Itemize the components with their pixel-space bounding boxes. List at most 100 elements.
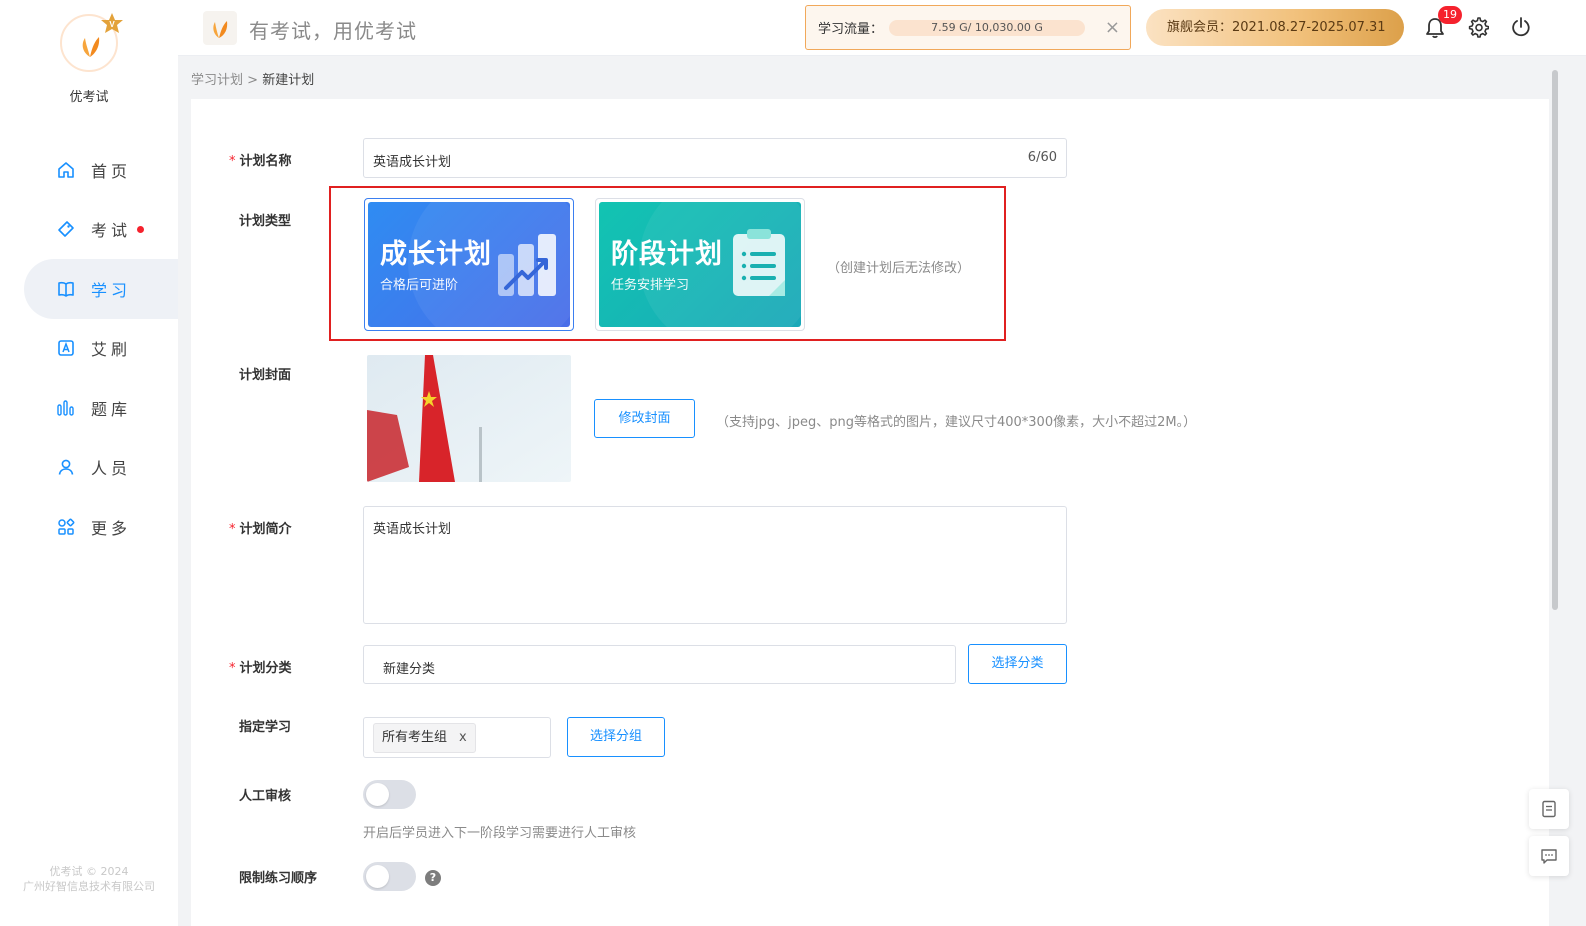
header-logo[interactable] <box>203 11 237 45</box>
user-icon <box>56 457 76 477</box>
traffic-progress-bar: 7.59 G/ 10,030.00 G <box>889 19 1086 36</box>
sidebar-item-label: 人员 <box>91 459 132 479</box>
flag-cover-picture <box>367 355 571 482</box>
bars-icon <box>56 398 76 418</box>
growth-plan-title: 成长计划 <box>380 239 492 270</box>
notification-count-badge: 19 <box>1438 6 1462 24</box>
top-header: 有考试，用优考试 学习流量： 7.59 G/ 10,030.00 G × 旗舰会… <box>178 0 1586 56</box>
chat-tool-button[interactable] <box>1529 836 1569 876</box>
group-tag-label: 所有考生组 <box>382 730 448 745</box>
manual-review-label: 人工审核 <box>239 789 292 804</box>
char-counter: 6/60 <box>1027 150 1057 165</box>
clipboard-icon <box>733 229 785 296</box>
sidebar-item-label: 艾刷 <box>91 340 132 360</box>
help-icon[interactable]: ? <box>425 870 441 886</box>
plan-intro-value: 英语成长计划 <box>373 522 452 537</box>
practice-order-label: 限制练习顺序 <box>239 871 318 886</box>
app-name: 优考试 <box>69 90 109 105</box>
sidebar-item-label: 学习 <box>91 280 132 300</box>
required-mark: * <box>229 522 236 537</box>
header-slogan: 有考试，用优考试 <box>249 19 417 43</box>
plan-name-label-text: 计划名称 <box>239 154 292 169</box>
select-group-button[interactable]: 选择分组 <box>567 717 665 757</box>
required-mark: * <box>229 661 236 676</box>
traffic-label: 学习流量： <box>818 22 884 37</box>
traffic-banner: 学习流量： 7.59 G/ 10,030.00 G × <box>805 5 1131 50</box>
plan-category-label-text: 计划分类 <box>239 661 292 676</box>
group-tag: 所有考生组 x <box>373 723 476 753</box>
chat-icon <box>1541 849 1557 864</box>
plan-type-hint: （创建计划后无法修改） <box>827 261 971 276</box>
plan-type-label: 计划类型 <box>239 214 292 229</box>
document-icon <box>1542 800 1556 818</box>
growth-plan-card-body: 成长计划 合格后可进阶 <box>368 202 570 327</box>
category-value: 新建分类 <box>383 662 436 677</box>
logo-leaf-icon <box>82 37 100 57</box>
sidebar-item-label: 题库 <box>91 399 132 419</box>
plan-intro-label-text: 计划简介 <box>239 522 292 537</box>
practice-order-toggle[interactable] <box>363 862 416 891</box>
copyright-company: 广州好智信息技术有限公司 <box>23 880 155 893</box>
home-icon <box>56 160 76 180</box>
sidebar-item-label: 考试 <box>91 221 132 241</box>
gear-icon[interactable] <box>1467 16 1489 38</box>
power-icon[interactable] <box>1510 16 1532 38</box>
sidebar-item-label: 首页 <box>91 161 132 181</box>
sidebar-item-exam[interactable]: 考试 <box>0 200 178 260</box>
toggle-knob <box>366 865 389 888</box>
app-logo[interactable]: V <box>60 13 123 74</box>
breadcrumb: 学习计划 > 新建计划 <box>191 69 314 88</box>
svg-text:V: V <box>109 20 115 29</box>
growth-plan-card[interactable]: 成长计划 合格后可进阶 <box>364 198 574 331</box>
remove-tag-icon[interactable]: x <box>459 730 467 745</box>
document-tool-button[interactable] <box>1529 789 1569 829</box>
sidebar-item-more[interactable]: 更多 <box>0 497 178 557</box>
growth-chart-icon <box>498 234 556 296</box>
toggle-knob <box>366 783 389 806</box>
cover-hint: （支持jpg、jpeg、png等格式的图片，建议尺寸400*300像素，大小不超… <box>716 415 1197 430</box>
sidebar-nav: 首页 考试 学习 艾刷 题库 人员 更多 <box>0 140 178 557</box>
sidebar-item-people[interactable]: 人员 <box>0 438 178 498</box>
cover-image <box>367 355 571 482</box>
notification-dot <box>137 225 145 233</box>
sidebar-item-home[interactable]: 首页 <box>0 140 178 200</box>
copyright-line: 优考试 © 2024 <box>49 865 129 878</box>
stage-plan-card-body: 阶段计划 任务安排学习 <box>599 202 801 327</box>
plan-intro-label: * 计划简介 <box>229 518 292 537</box>
plan-name-input[interactable]: 英语成长计划 6/60 <box>363 138 1067 178</box>
select-category-button[interactable]: 选择分类 <box>968 644 1067 684</box>
manual-review-hint: 开启后学员进入下一阶段学习需要进行人工审核 <box>363 826 637 841</box>
sidebar-item-question-bank[interactable]: 题库 <box>0 378 178 438</box>
vip-membership-badge[interactable]: 旗舰会员：2021.08.27-2025.07.31 <box>1146 9 1404 46</box>
plan-name-value: 英语成长计划 <box>373 155 452 170</box>
breadcrumb-separator: > <box>243 73 263 88</box>
plan-category-label: * 计划分类 <box>229 657 292 676</box>
scrollbar[interactable] <box>1552 70 1558 610</box>
required-mark: * <box>229 154 236 169</box>
breadcrumb-current: 新建计划 <box>262 73 315 88</box>
sidebar-item-label: 更多 <box>91 518 132 538</box>
stage-plan-card[interactable]: 阶段计划 任务安排学习 <box>595 198 805 331</box>
assign-study-label: 指定学习 <box>239 720 292 735</box>
letter-a-icon <box>56 338 76 358</box>
breadcrumb-parent[interactable]: 学习计划 <box>191 73 243 88</box>
plan-name-label: * 计划名称 <box>229 150 292 169</box>
category-input[interactable]: 新建分类 <box>363 645 956 684</box>
sidebar-item-study[interactable]: 学习 <box>24 259 178 319</box>
close-icon[interactable]: × <box>1105 17 1120 38</box>
copyright: 优考试 © 2024 广州好智信息技术有限公司 <box>0 864 178 894</box>
plan-intro-textarea[interactable]: 英语成长计划 <box>363 506 1067 624</box>
grid-icon <box>56 517 76 537</box>
book-icon <box>56 279 76 299</box>
plan-cover-label: 计划封面 <box>239 368 292 383</box>
stage-plan-title: 阶段计划 <box>611 239 723 270</box>
logo-leaf-icon <box>213 21 228 38</box>
stage-plan-subtitle: 任务安排学习 <box>611 278 690 293</box>
tag-icon <box>56 219 76 239</box>
growth-plan-subtitle: 合格后可进阶 <box>380 278 459 293</box>
sidebar: V 优考试 首页 考试 学习 艾刷 题库 人员 更多 优考试 © 2024 广州… <box>0 0 178 926</box>
manual-review-toggle[interactable] <box>363 780 416 809</box>
change-cover-button[interactable]: 修改封面 <box>594 399 695 438</box>
vip-crown-icon: V <box>101 13 123 33</box>
sidebar-item-aishua[interactable]: 艾刷 <box>0 319 178 379</box>
